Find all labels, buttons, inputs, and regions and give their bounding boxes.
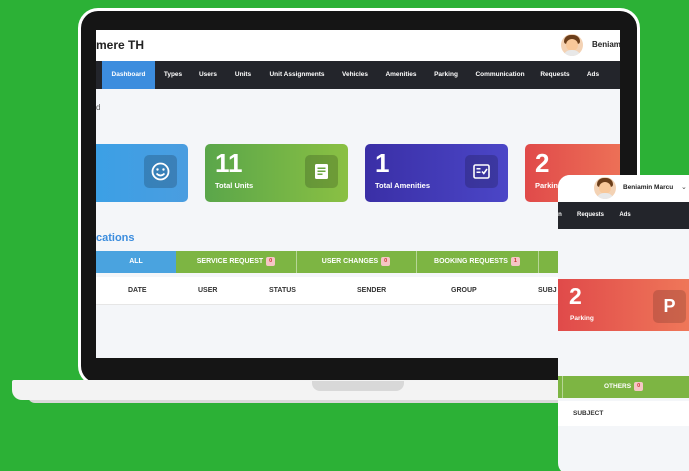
stat-label: Total Units <box>215 181 254 190</box>
table-header: DATE USER STATUS SENDER GROUP SUBJ <box>96 277 620 305</box>
phone-mockup: Beniamin Marcu ⌄ n Requests Ads 2 Parkin… <box>558 175 689 471</box>
tab-label: BOOKING REQUESTS <box>434 258 508 265</box>
tab-label: OTHERS <box>604 383 632 390</box>
main-nav: Dashboard Types Users Units Unit Assignm… <box>96 61 620 89</box>
nav-communication[interactable]: Communication <box>473 61 527 89</box>
user-avatar[interactable] <box>561 34 583 56</box>
nav-dashboard[interactable]: Dashboard <box>102 61 155 89</box>
table-header: SUBJECT <box>558 401 689 426</box>
top-bar: mere TH Beniami <box>96 30 620 61</box>
column-status[interactable]: STATUS <box>269 277 296 305</box>
column-group[interactable]: GROUP <box>451 277 477 305</box>
laptop-screen: mere TH Beniami Dashboard Types Users Un… <box>96 30 620 358</box>
stat-card-parking[interactable]: 2 Parking P <box>558 279 689 331</box>
stat-card-amenities[interactable]: 1 Total Amenities <box>365 144 508 202</box>
chevron-down-icon[interactable]: ⌄ <box>681 183 687 191</box>
user-avatar[interactable] <box>594 177 616 199</box>
laptop-base <box>12 380 588 400</box>
stat-value: 2 <box>535 148 550 178</box>
stat-card-users[interactable] <box>96 144 188 202</box>
phone-top-bar: Beniamin Marcu ⌄ <box>558 175 689 202</box>
document-icon <box>305 155 338 188</box>
brand-name: mere TH <box>96 38 145 52</box>
breadcrumb: d <box>96 103 101 112</box>
nav-parking[interactable]: Parking <box>432 61 460 89</box>
tab-divider <box>538 251 539 273</box>
stat-card-units[interactable]: 11 Total Units <box>205 144 348 202</box>
checklist-icon <box>465 155 498 188</box>
nav-types[interactable]: Types <box>162 61 184 89</box>
count-badge: 0 <box>381 256 391 266</box>
smiley-icon <box>144 155 177 188</box>
tab-user-changes[interactable]: USER CHANGES 0 <box>296 251 416 273</box>
nav-units[interactable]: Units <box>233 61 253 89</box>
column-date[interactable]: DATE <box>128 277 147 305</box>
phone-nav: n Requests Ads <box>558 202 689 229</box>
nav-unit-assignments[interactable]: Unit Assignments <box>267 61 327 89</box>
nav-requests[interactable]: Requests <box>577 202 604 229</box>
tab-service-request[interactable]: SERVICE REQUEST 0 <box>176 251 296 273</box>
stat-label: Parking <box>570 315 594 322</box>
column-sender[interactable]: SENDER <box>357 277 386 305</box>
section-title: cations <box>96 232 135 244</box>
tab-divider <box>562 376 563 398</box>
user-name[interactable]: Beniami <box>592 40 620 49</box>
nav-communication[interactable]: n <box>558 202 562 229</box>
notification-tabs: OTHERS 0 <box>558 376 689 398</box>
parking-icon: P <box>653 290 686 323</box>
nav-ads[interactable]: Ads <box>619 202 631 229</box>
stat-value: 2 <box>569 283 582 309</box>
stat-value: 11 <box>215 148 243 178</box>
tab-others[interactable]: OTHERS 0 <box>604 376 644 398</box>
column-user[interactable]: USER <box>198 277 217 305</box>
nav-vehicles[interactable]: Vehicles <box>339 61 371 89</box>
count-badge: 0 <box>266 256 276 266</box>
nav-users[interactable]: Users <box>197 61 219 89</box>
laptop-notch <box>312 381 404 391</box>
nav-requests[interactable]: Requests <box>539 61 571 89</box>
tab-booking-requests[interactable]: BOOKING REQUESTS 1 <box>416 251 538 273</box>
nav-ads[interactable]: Ads <box>586 61 600 89</box>
stat-value: 1 <box>375 148 390 178</box>
count-badge: 0 <box>634 381 644 391</box>
stat-label: Parkin <box>535 181 558 190</box>
stat-label: Total Amenities <box>375 181 431 190</box>
tab-label: SERVICE REQUEST <box>196 258 264 265</box>
notification-tabs: ALL SERVICE REQUEST 0 USER CHANGES 0 BOOKI… <box>96 251 620 273</box>
nav-amenities[interactable]: Amenities <box>383 61 419 89</box>
user-name[interactable]: Beniamin Marcu <box>623 184 673 191</box>
tab-all[interactable]: ALL <box>96 251 176 273</box>
tab-label: USER CHANGES <box>321 258 379 265</box>
column-subject[interactable]: SUBJ <box>538 277 557 305</box>
column-subject[interactable]: SUBJECT <box>573 401 603 426</box>
count-badge: 1 <box>510 256 520 266</box>
